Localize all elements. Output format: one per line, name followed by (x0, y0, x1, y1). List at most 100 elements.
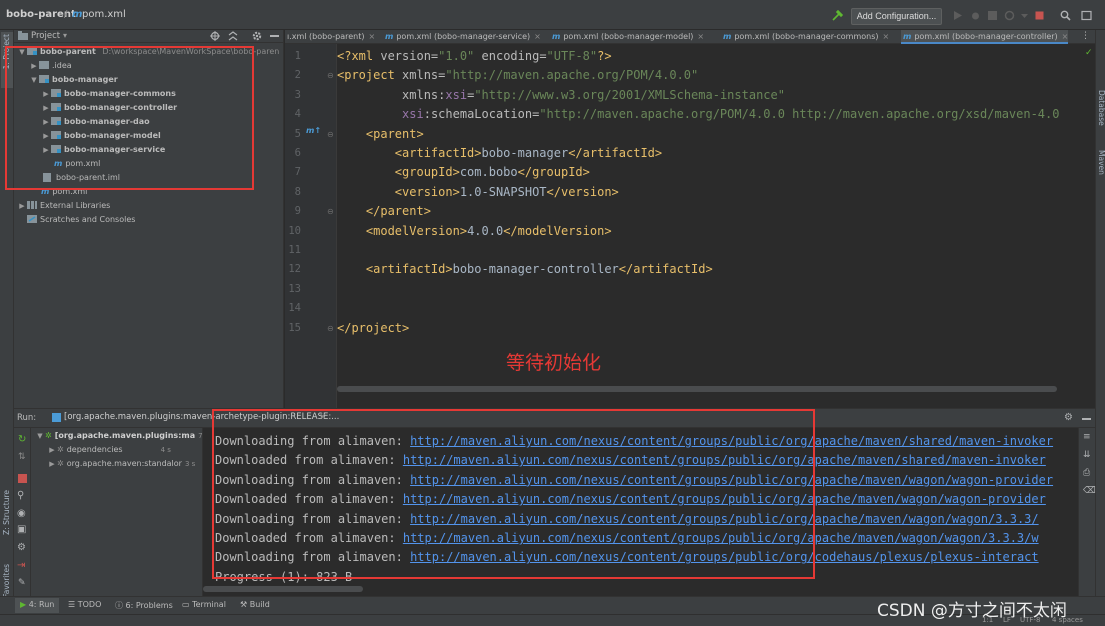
line-number: 4 (294, 108, 301, 121)
console-horizontal-scrollbar[interactable] (203, 586, 1078, 593)
profile-icon[interactable] (1004, 10, 1015, 21)
line-number: 9 (294, 205, 301, 218)
right-tool-strip: Database Maven (1095, 30, 1105, 596)
tree-item-scratches[interactable]: Scratches and Consoles (27, 213, 135, 227)
minimize-icon[interactable] (1082, 418, 1091, 420)
line-number: 1 (294, 50, 301, 62)
settings-icon[interactable]: ⚙ (17, 542, 26, 553)
run-tool-tab[interactable]: ▶ 4: Run (20, 600, 54, 609)
run-tree: ▼✲[org.apache.maven.plugins:ma7 s ▶✲depe… (31, 428, 208, 596)
project-panel-header: Project ▾ (14, 30, 284, 43)
hammer-icon[interactable] (832, 10, 843, 21)
xml-code[interactable]: <?xml version="1.0" encoding="UTF-8"?> <… (337, 47, 1059, 338)
collapse-icon[interactable] (228, 31, 238, 41)
rerun-icon[interactable]: ↻ (18, 434, 26, 445)
stop-icon[interactable] (18, 474, 27, 483)
chevron-down-icon[interactable]: ▾ (63, 30, 67, 42)
tab-parent-pom[interactable]: ı.xml (bobo-parent) × (285, 30, 375, 44)
problems-tool-tab[interactable]: ⓘ 6: Problems (115, 600, 173, 611)
tab-service-pom[interactable]: m pom.xml (bobo-manager-service) × (383, 30, 541, 44)
editor-tab-bar: ı.xml (bobo-parent) × m pom.xml (bobo-mana… (285, 30, 1095, 44)
folder-icon (18, 31, 28, 40)
chevron-right-icon[interactable]: ▶ (47, 457, 57, 471)
watermark: CSDN @方寸之间不太闲 (877, 601, 1067, 621)
terminal-tool-tab[interactable]: ▭ Terminal (182, 600, 226, 609)
run-tree-standalone[interactable]: ▶ ✲ org.apache.maven:standalor 3 s (47, 457, 195, 471)
trash-icon[interactable]: ⌫ (1083, 486, 1096, 496)
exit-icon[interactable]: ⇥ (17, 560, 25, 571)
editor-gutter: 1 2 3 4 5 6 7 8 9 10 11 12 13 14 15 m↑ ⊖… (285, 44, 337, 408)
tree-item-external-libraries[interactable]: ▶ External Libraries (17, 199, 110, 213)
chevron-down-icon[interactable]: ▼ (35, 429, 45, 443)
breadcrumb-file[interactable]: pom.xml (82, 9, 126, 20)
run-toolbar: ↻ ⇅ ⚲ ◉ ▣ ⚙ ⇥ ✎ (14, 428, 31, 596)
run-icon[interactable] (952, 10, 963, 21)
wrap-icon[interactable]: ≡ (1083, 432, 1091, 442)
info-icon: ⓘ (115, 601, 123, 610)
spinner-icon: ✲ (45, 431, 52, 440)
fold-icon[interactable]: ⊖ (327, 130, 334, 139)
maven-file-icon: m (385, 32, 394, 41)
fold-icon[interactable]: ⊖ (327, 324, 334, 333)
line-number: 3 (294, 88, 301, 101)
search-icon[interactable] (1060, 10, 1071, 21)
todo-tool-tab[interactable]: ☰ TODO (68, 600, 101, 609)
scroll-end-icon[interactable]: ⇊ (1083, 450, 1091, 460)
maven-parent-marker-icon[interactable]: m↑ (306, 126, 321, 135)
chevron-right-icon[interactable]: ▶ (17, 199, 27, 213)
maven-tool-button[interactable]: Maven (1097, 150, 1105, 175)
gear-icon[interactable] (252, 31, 262, 41)
pin-tab-icon[interactable]: ✎ (18, 578, 26, 588)
stop-icon[interactable] (1034, 10, 1045, 21)
line-number: 8 (294, 185, 301, 198)
gear-icon[interactable]: ⚙ (1064, 412, 1073, 423)
database-tool-button[interactable]: Database (1097, 90, 1105, 126)
pin-icon[interactable]: ⇅ (18, 452, 26, 462)
highlight-box-console (212, 409, 815, 579)
highlight-box-project-tree (5, 46, 254, 190)
line-number: 5 (294, 127, 301, 140)
maven-file-icon: m (72, 9, 83, 20)
tab-menu-icon[interactable]: ⋮ (1081, 31, 1090, 41)
close-icon[interactable]: × (534, 32, 541, 41)
eye-icon[interactable]: ◉ (17, 508, 26, 519)
build-tool-tab[interactable]: ⚒ Build (240, 600, 270, 609)
add-configuration-button[interactable]: Add Configuration... (851, 8, 942, 25)
tab-model-pom[interactable]: m pom.xml (bobo-manager-model) × (550, 30, 704, 44)
debug-icon[interactable] (970, 10, 981, 21)
filter-icon[interactable]: ⚲ (17, 490, 24, 501)
editor-horizontal-scrollbar[interactable] (337, 386, 1095, 393)
run-tree-root[interactable]: ▼✲[org.apache.maven.plugins:ma7 s (35, 429, 208, 443)
fold-icon[interactable]: ⊖ (327, 207, 334, 216)
locate-icon[interactable] (210, 31, 220, 41)
structure-tool-button[interactable]: Z: Structure (2, 490, 11, 535)
code-editor[interactable]: <?xml version="1.0" encoding="UTF-8"?> <… (337, 44, 1095, 408)
line-number: 10 (288, 224, 301, 237)
fold-icon[interactable]: ⊖ (327, 71, 334, 80)
camera-icon[interactable]: ▣ (17, 524, 26, 535)
scratches-icon (27, 215, 37, 223)
window-icon[interactable] (1081, 10, 1092, 21)
close-icon[interactable]: × (883, 32, 890, 41)
close-icon[interactable]: × (697, 32, 704, 41)
hammer-icon: ⚒ (240, 600, 248, 609)
close-icon[interactable]: × (369, 32, 376, 41)
navigation-bar: bobo-parent / m pom.xml Add Configuratio… (0, 0, 1105, 30)
run-tree-dependencies[interactable]: ▶ ✲ dependencies 4 s (47, 443, 171, 457)
project-panel-title[interactable]: Project (31, 30, 60, 42)
run-label: Run: (17, 413, 37, 423)
chevron-right-icon[interactable]: ▶ (47, 443, 57, 457)
line-number: 6 (294, 147, 301, 159)
close-icon[interactable]: × (1062, 32, 1069, 41)
maven-file-icon: m (552, 32, 561, 41)
terminal-icon: ▭ (182, 600, 190, 609)
tab-commons-pom[interactable]: m pom.xml (bobo-manager-commons) × (721, 30, 889, 44)
print-icon[interactable]: ⎙ (1083, 468, 1090, 478)
tab-controller-pom[interactable]: m pom.xml (bobo-manager-controller) × (901, 30, 1069, 44)
dropdown-icon[interactable] (1019, 10, 1030, 21)
line-number: 2 (294, 69, 301, 82)
minimize-icon[interactable] (270, 35, 279, 37)
annotation-text: 等待初始化 (506, 352, 602, 374)
coverage-icon[interactable] (987, 10, 998, 21)
line-number: 7 (294, 166, 301, 179)
